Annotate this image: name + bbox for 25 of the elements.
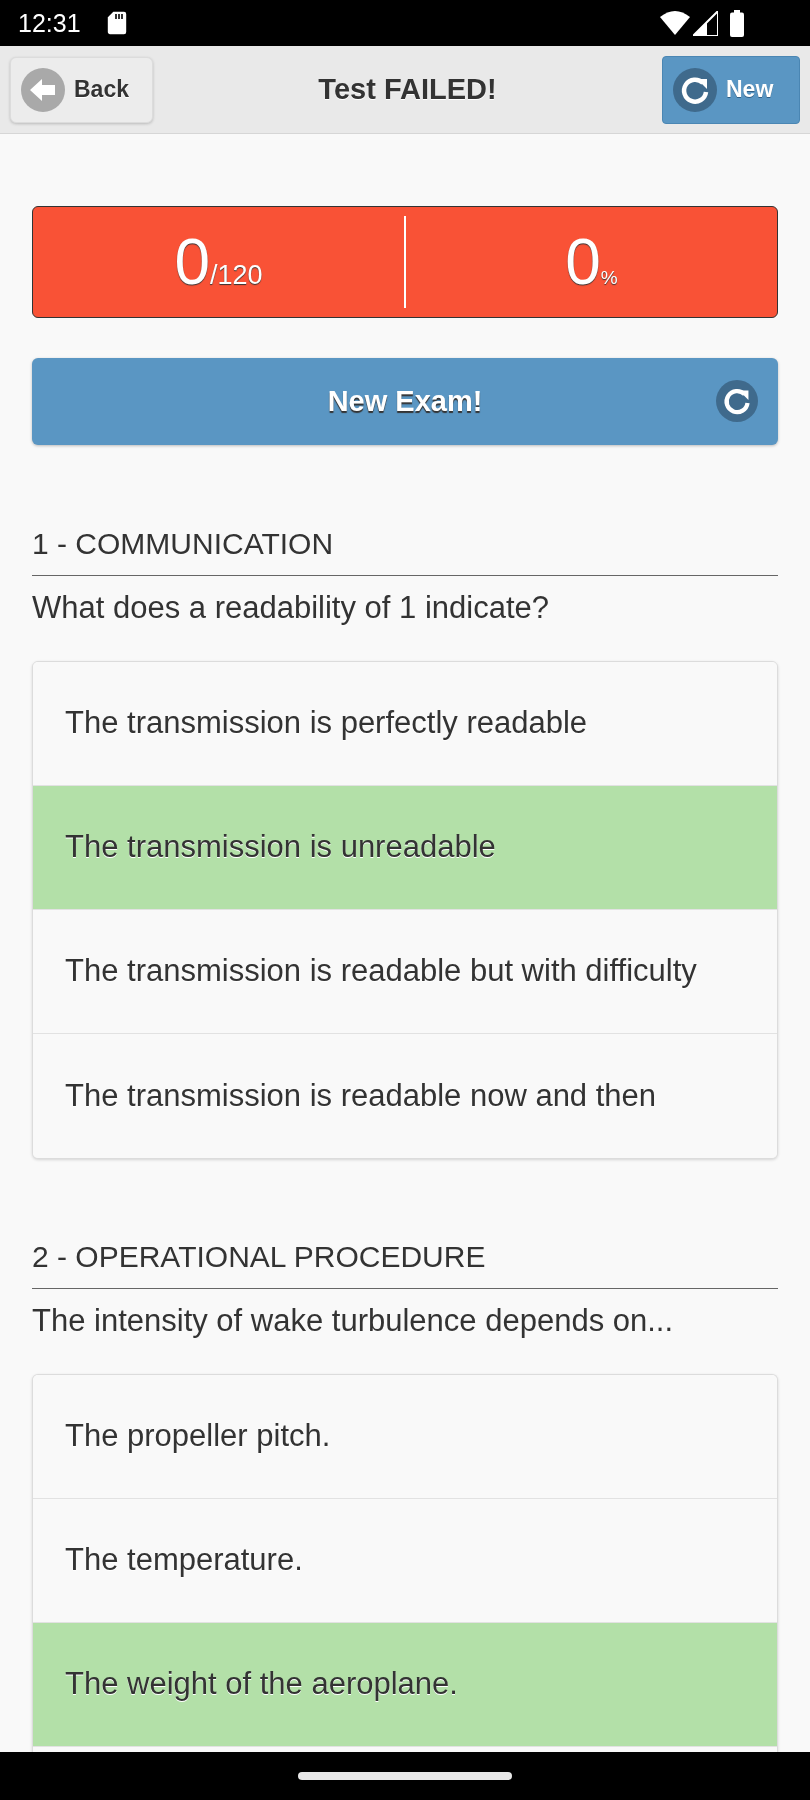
score-total: /120 (210, 262, 263, 289)
answer-option[interactable]: The transmission is unreadable (33, 786, 777, 910)
home-indicator[interactable] (298, 1772, 512, 1780)
back-button[interactable]: Back (10, 56, 153, 123)
answer-option[interactable]: The transmission is readable but with difficulty (33, 910, 777, 1034)
answer-option[interactable]: The transmission is perfectly readable (33, 662, 777, 786)
answer-option[interactable]: The transmission is readable now and then (33, 1034, 777, 1158)
score-points: 0 (174, 230, 210, 294)
score-percent: 0 (565, 230, 601, 294)
question-text: What does a readability of 1 indicate? (32, 590, 550, 626)
refresh-icon (673, 67, 717, 112)
battery-icon (730, 9, 744, 37)
refresh-icon (716, 380, 758, 422)
percent-sign: % (600, 268, 618, 287)
answer-option[interactable]: The weight of the aeroplane. (33, 1623, 777, 1747)
answer-option[interactable]: The propeller pitch. (33, 1375, 777, 1499)
wifi-icon (660, 11, 690, 35)
status-time: 12:31 (18, 10, 81, 36)
sd-card-icon (106, 11, 127, 35)
question-text: The intensity of wake turbulence depends on... (32, 1303, 675, 1339)
category-heading: 1 - COMMUNICATION (32, 526, 778, 576)
category-heading: 2 - OPERATIONAL PROCEDURE (32, 1239, 778, 1289)
answer-option[interactable]: The temperature. (33, 1499, 777, 1623)
signal-icon (693, 10, 718, 36)
page-title: Test FAILED! (318, 71, 497, 107)
